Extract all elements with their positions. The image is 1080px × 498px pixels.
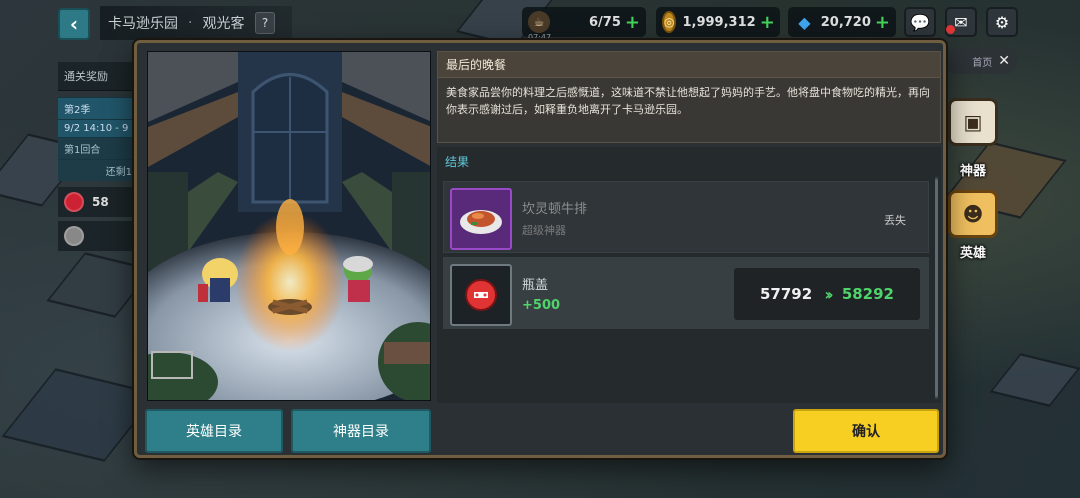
result-item-bottle-cap[interactable]: 瓶盖 +500 57792 ›› 58292 — [443, 257, 929, 329]
count-after: 58292 — [841, 285, 894, 303]
lost-item-type: 超级神器 — [522, 224, 566, 237]
bottle-cap-icon — [465, 279, 497, 311]
home-pill[interactable]: 首页 ✕ — [944, 48, 1018, 74]
home-pill-label: 首页 — [972, 57, 993, 69]
bottle-cap-name: 瓶盖 — [522, 278, 549, 293]
clear-reward-title: 通关奖励 — [58, 62, 138, 91]
remain-label: 还剩1 — [58, 159, 138, 181]
close-icon: ✕ — [998, 53, 1010, 69]
bg-tile — [989, 353, 1080, 407]
settings-button[interactable]: ⚙ — [986, 7, 1018, 37]
bottle-cap-mini-value: 58 — [92, 195, 109, 209]
artifact-catalog-button[interactable]: 神器目录 — [291, 409, 431, 453]
event-result-dialog: 英雄目录 神器目录 确认 最后的晚餐 美食家品尝你的料理之后感慨道，这味道不禁让… — [134, 40, 946, 458]
energy-plus-icon[interactable]: + — [625, 12, 640, 33]
story-panel: 最后的晚餐 美食家品尝你的料理之后感慨道，这味道不禁让他想起了妈妈的手艺。他将盘… — [437, 51, 941, 143]
hero-menu-button[interactable]: ☻ — [948, 190, 998, 238]
bottle-cap-count-change: 57792 ›› 58292 — [734, 268, 920, 320]
notification-dot — [946, 25, 955, 34]
result-item-lost-artifact[interactable]: 坎灵顿牛排 超级神器 丢失 — [443, 181, 929, 253]
round-label: 第1回合 — [58, 137, 138, 159]
gear-icon: ⚙ — [994, 12, 1010, 32]
energy-value: 6/75 — [589, 14, 621, 30]
season-date: 9/2 14:10 - 9 — [58, 119, 138, 137]
hero-catalog-button[interactable]: 英雄目录 — [145, 409, 283, 453]
event-illustration — [147, 51, 431, 401]
bottle-cap-counter: 58 — [58, 187, 138, 217]
story-text: 美食家品尝你的料理之后感慨道，这味道不禁让他想起了妈妈的手艺。他将盘中食物吃的精… — [446, 86, 930, 116]
chat-bubble-icon: 💬 — [910, 12, 930, 32]
campfire-scene-image — [148, 52, 430, 400]
game-screen: ‹ 卡马逊乐园 · 观光客 ? ☕ 6/75 + 07:47 ◎ 1,999,3… — [0, 0, 1080, 498]
season-label: 第2季 — [58, 97, 138, 119]
title-separator: · — [188, 15, 193, 31]
gems-resource[interactable]: ◆ 20,720 + — [788, 7, 896, 37]
energy-resource[interactable]: ☕ 6/75 + 07:47 — [522, 7, 646, 42]
help-button[interactable]: ? — [255, 12, 275, 34]
token-icon — [64, 226, 84, 246]
secondary-counter — [58, 221, 138, 251]
bag-icon: ▣ — [963, 110, 983, 134]
chat-button[interactable]: 💬 — [904, 7, 936, 37]
cup-icon: ☕ — [528, 11, 550, 33]
coins-resource[interactable]: ◎ 1,999,312 + — [656, 7, 780, 37]
double-chevron-right-icon: ›› — [824, 284, 833, 304]
coins-plus-icon[interactable]: + — [760, 12, 775, 33]
bottle-cap-icon — [64, 192, 84, 212]
bottle-cap-gain: +500 — [522, 298, 561, 313]
steak-dish-icon — [450, 188, 512, 250]
chevron-left-icon: ‹ — [69, 12, 79, 36]
diamond-icon: ◆ — [798, 12, 811, 32]
back-button[interactable]: ‹ — [58, 8, 90, 40]
coin-icon: ◎ — [662, 11, 677, 33]
coins-value: 1,999,312 — [682, 14, 756, 30]
confirm-button[interactable]: 确认 — [793, 409, 939, 453]
location-name: 卡马逊乐园 — [108, 16, 178, 32]
bottle-cap-item-icon — [450, 264, 512, 326]
lost-item-name: 坎灵顿牛排 — [522, 202, 588, 217]
hero-face-icon: ☻ — [962, 202, 984, 226]
lost-status: 丢失 — [884, 214, 906, 227]
hero-menu-label: 英雄 — [959, 246, 986, 261]
gems-plus-icon[interactable]: + — [875, 12, 890, 33]
artifact-menu-label: 神器 — [959, 164, 986, 179]
story-title: 最后的晚餐 — [438, 52, 940, 78]
results-label: 结果 — [445, 155, 470, 169]
results-scroll-thumb[interactable] — [935, 179, 938, 397]
mail-icon: ✉ — [954, 12, 968, 32]
clear-reward-panel: 通关奖励 第2季 9/2 14:10 - 9 第1回合 还剩1 58 — [58, 62, 138, 362]
artifact-menu-button[interactable]: ▣ — [948, 98, 998, 146]
gems-value: 20,720 — [820, 14, 871, 30]
mode-name: 观光客 — [202, 16, 245, 32]
results-panel: 结果 坎灵顿牛排 超级神器 丢失 瓶盖 +500 57792 ›› 58292 — [437, 147, 941, 403]
count-before: 57792 — [760, 285, 813, 303]
